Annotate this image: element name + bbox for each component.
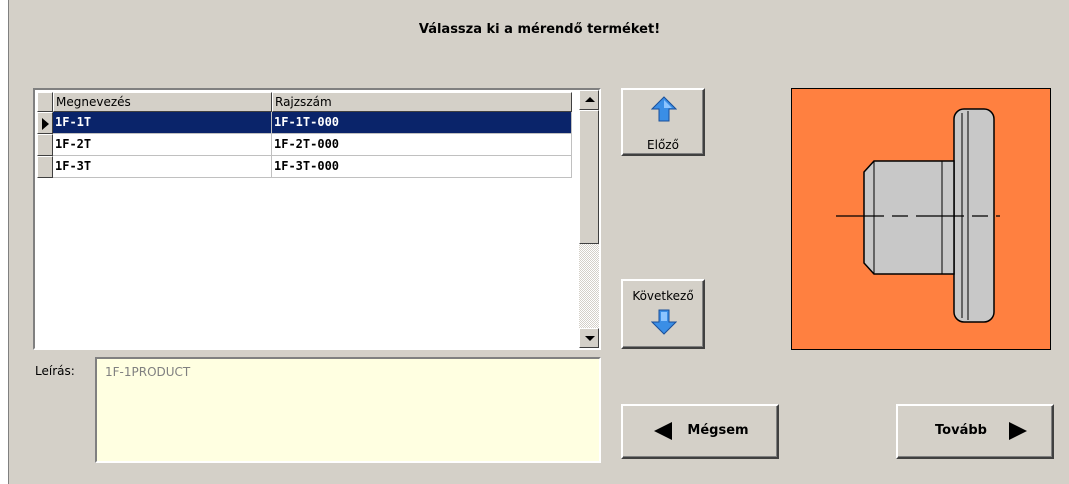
row-indicator[interactable]: [37, 112, 53, 134]
arrow-right-icon: [1009, 422, 1027, 440]
previous-button[interactable]: Előző: [621, 88, 705, 156]
scroll-up-button[interactable]: [579, 90, 599, 110]
chevron-up-icon: [585, 97, 595, 102]
next-button[interactable]: Következő: [621, 279, 705, 349]
grid-corner: [37, 92, 53, 112]
chevron-down-icon: [585, 336, 595, 341]
table-row[interactable]: 1F-2T 1F-2T-000: [53, 134, 572, 156]
row-indicator[interactable]: [37, 134, 53, 156]
column-header-drawing[interactable]: Rajzszám: [272, 92, 572, 112]
cell-name[interactable]: 1F-3T: [53, 156, 272, 178]
table-row[interactable]: 1F-1T 1F-1T-000: [53, 112, 572, 134]
scroll-down-button[interactable]: [579, 328, 599, 348]
description-label: Leírás:: [35, 364, 75, 378]
next-button-label: Következő: [632, 289, 694, 303]
arrow-up-icon: [651, 96, 677, 122]
description-field[interactable]: 1F-1PRODUCT: [95, 357, 601, 463]
column-header-name[interactable]: Megnevezés: [53, 92, 272, 112]
cell-name[interactable]: 1F-2T: [53, 134, 272, 156]
cancel-button[interactable]: Mégsem: [621, 404, 779, 459]
current-row-icon: [42, 118, 49, 130]
cell-name[interactable]: 1F-1T: [53, 112, 272, 134]
cell-drawing[interactable]: 1F-2T-000: [272, 134, 572, 156]
vertical-scrollbar[interactable]: [579, 90, 599, 348]
previous-button-label: Előző: [647, 138, 679, 152]
product-grid[interactable]: Megnevezés Rajzszám 1F-1T 1F-1T-000 1F-2…: [33, 88, 601, 350]
scroll-thumb[interactable]: [579, 110, 599, 244]
product-image: [791, 88, 1051, 350]
cell-drawing[interactable]: 1F-1T-000: [272, 112, 572, 134]
dialog-window: Válassza ki a mérendő terméket! Megnevez…: [8, 0, 1069, 484]
cell-drawing[interactable]: 1F-3T-000: [272, 156, 572, 178]
part-drawing: [836, 108, 1000, 323]
table-row[interactable]: 1F-3T 1F-3T-000: [53, 156, 572, 178]
row-indicator[interactable]: [37, 156, 53, 178]
page-title: Válassza ki a mérendő terméket!: [418, 22, 661, 37]
arrow-down-icon: [651, 309, 677, 335]
cancel-button-label: Mégsem: [687, 423, 749, 438]
forward-button[interactable]: Tovább: [896, 404, 1054, 459]
